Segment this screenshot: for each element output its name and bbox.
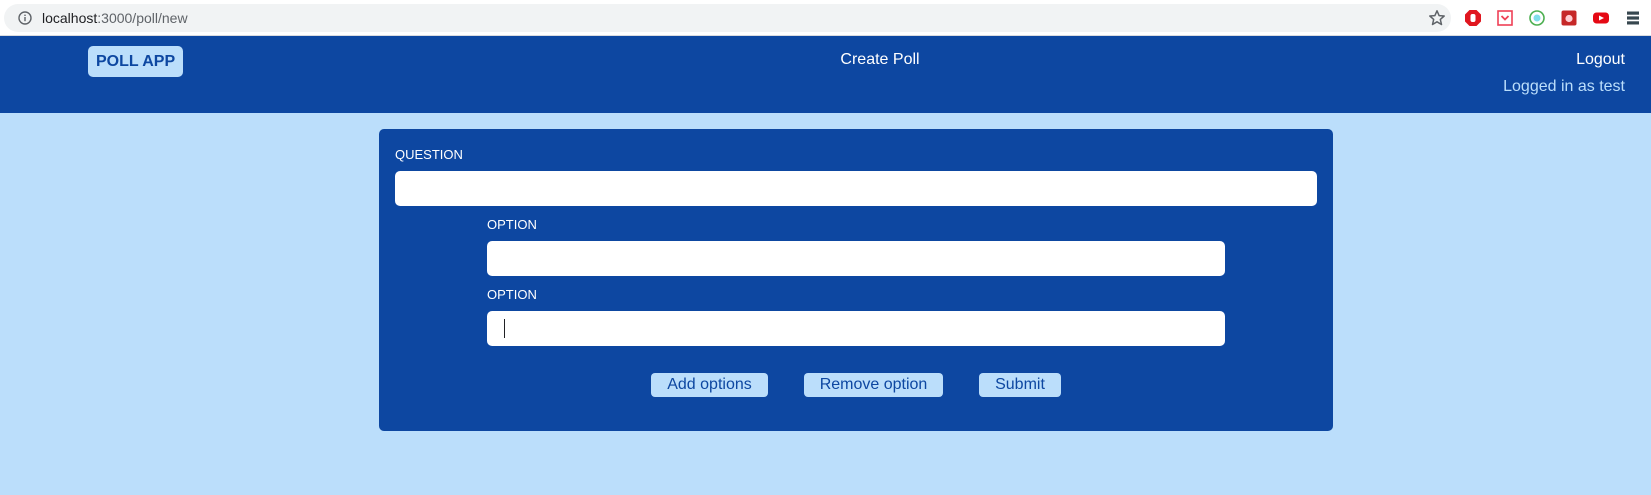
option-input-1[interactable] — [487, 241, 1225, 276]
app-header: POLL APP Create Poll Logout Logged in as… — [0, 36, 1651, 113]
logout-link[interactable]: Logout — [1576, 51, 1625, 69]
screenshot-extension-icon[interactable] — [1560, 9, 1578, 27]
option-input-2[interactable] — [487, 311, 1225, 346]
create-poll-link[interactable]: Create Poll — [840, 51, 919, 68]
url-path: :3000/poll/new — [97, 10, 188, 26]
menu-extension-icon[interactable] — [1624, 9, 1642, 27]
option-label-1: OPTION — [487, 217, 537, 232]
url-text[interactable]: localhost:3000/poll/new — [42, 10, 188, 26]
logged-in-status: Logged in as test — [1503, 78, 1625, 95]
create-poll-nav: Create Poll — [0, 51, 1651, 69]
option-label-2: OPTION — [487, 287, 537, 302]
colorzilla-extension-icon[interactable] — [1528, 9, 1546, 27]
question-label: QUESTION — [395, 147, 463, 162]
url-host: localhost — [42, 10, 98, 26]
youtube-extension-icon[interactable] — [1592, 9, 1610, 27]
pocket-extension-icon[interactable] — [1496, 9, 1514, 27]
submit-button[interactable]: Submit — [979, 373, 1061, 397]
star-icon[interactable] — [1428, 9, 1446, 27]
info-icon[interactable] — [18, 11, 32, 25]
address-bar[interactable]: localhost:3000/poll/new — [4, 4, 1451, 32]
remove-option-button[interactable]: Remove option — [804, 373, 943, 397]
browser-toolbar: localhost:3000/poll/new — [0, 0, 1651, 36]
adblock-extension-icon[interactable] — [1464, 9, 1482, 27]
question-input[interactable] — [395, 171, 1317, 206]
add-options-button[interactable]: Add options — [651, 373, 768, 397]
text-caret — [504, 319, 505, 338]
